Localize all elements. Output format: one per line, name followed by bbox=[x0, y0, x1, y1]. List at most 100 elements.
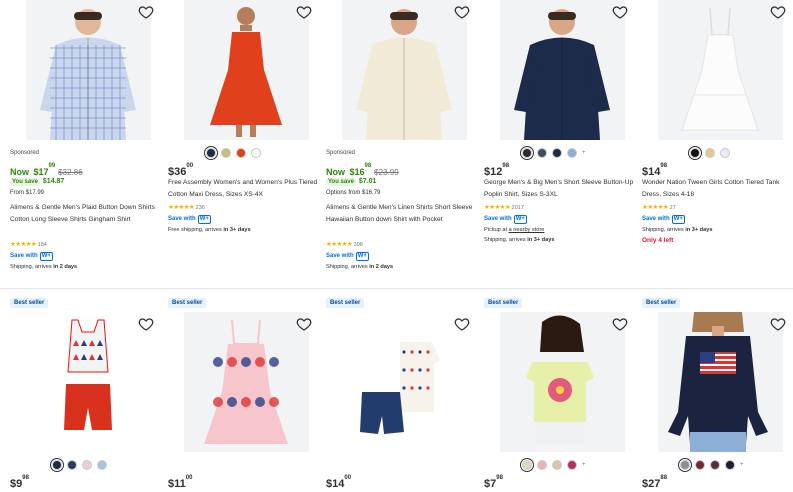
save-with-wplus[interactable]: Save with W+ bbox=[168, 215, 211, 224]
color-swatch[interactable] bbox=[725, 460, 735, 470]
best-seller-badge: Best seller bbox=[642, 298, 681, 308]
save-with-label: Save with bbox=[10, 252, 38, 259]
color-swatches bbox=[52, 460, 107, 470]
rating-count: 184 bbox=[37, 241, 47, 248]
product-card[interactable]: Best seller + $798 bbox=[482, 292, 640, 490]
price-cents: 98 bbox=[660, 163, 668, 169]
price-dollars: $14 bbox=[326, 478, 345, 490]
favorite-heart-icon[interactable] bbox=[296, 4, 312, 20]
product-image[interactable] bbox=[184, 312, 309, 452]
pickup-label: Pickup at bbox=[484, 227, 509, 233]
best-seller-badge: Best seller bbox=[484, 298, 523, 308]
favorite-heart-icon[interactable] bbox=[454, 4, 470, 20]
product-image-art bbox=[681, 7, 759, 131]
product-card[interactable]: Sponsored Now $1698$23.99 You save $7.01 Opt… bbox=[324, 0, 482, 288]
you-save-amount: $14.87 bbox=[42, 178, 65, 185]
best-seller-badge: Best seller bbox=[10, 298, 49, 308]
favorite-heart-icon[interactable] bbox=[138, 316, 154, 332]
favorite-heart-icon[interactable] bbox=[138, 4, 154, 20]
save-with-wplus[interactable]: Save with W+ bbox=[642, 215, 685, 224]
row-divider bbox=[0, 288, 793, 289]
color-swatches bbox=[206, 148, 261, 158]
rating: ★★★★★ 236 bbox=[168, 203, 205, 211]
product-image[interactable] bbox=[184, 0, 309, 140]
save-with-wplus[interactable]: Save with W+ bbox=[326, 251, 369, 261]
color-swatch[interactable] bbox=[552, 148, 562, 158]
color-swatch[interactable] bbox=[567, 148, 577, 158]
product-image-art bbox=[360, 342, 440, 434]
product-image[interactable] bbox=[658, 0, 783, 140]
nearby-store-link[interactable]: a nearby store bbox=[509, 227, 545, 233]
star-rating-icon: ★★★★★ bbox=[10, 240, 37, 248]
product-card[interactable]: Best seller $998 bbox=[8, 292, 166, 490]
color-swatch[interactable] bbox=[720, 148, 730, 158]
color-swatch[interactable] bbox=[82, 460, 92, 470]
save-with-label: Save with bbox=[642, 216, 670, 222]
product-title[interactable]: Alimens & Gentle Men's Linen Shirts Shor… bbox=[326, 202, 476, 225]
favorite-heart-icon[interactable] bbox=[612, 4, 628, 20]
color-swatch[interactable] bbox=[522, 148, 532, 158]
color-swatch[interactable] bbox=[690, 148, 700, 158]
product-image-art bbox=[64, 319, 112, 430]
you-save: You save $14.87 bbox=[10, 178, 65, 186]
color-swatch[interactable] bbox=[236, 148, 246, 158]
product-card[interactable]: Best seller $1400 bbox=[324, 292, 482, 490]
product-card[interactable]: $1498 Wonder Nation Tween Girls Cotton Ti… bbox=[640, 0, 793, 288]
color-swatch[interactable] bbox=[251, 148, 261, 158]
price-cents: 98 bbox=[364, 163, 372, 169]
color-swatch[interactable] bbox=[552, 460, 562, 470]
shipping-info: Shipping, arrives in 2 days bbox=[326, 264, 393, 270]
color-swatch[interactable] bbox=[710, 460, 720, 470]
shipping-eta: in 3+ days bbox=[685, 227, 713, 233]
color-swatch[interactable] bbox=[680, 460, 690, 470]
product-image-art bbox=[668, 312, 768, 452]
product-image[interactable] bbox=[342, 0, 467, 140]
color-swatch[interactable] bbox=[567, 460, 577, 470]
product-image-art bbox=[40, 9, 136, 140]
color-swatch[interactable] bbox=[537, 148, 547, 158]
color-swatch[interactable] bbox=[695, 460, 705, 470]
from-price: Options from $16.79 bbox=[326, 190, 381, 196]
favorite-heart-icon[interactable] bbox=[770, 4, 786, 20]
product-image[interactable] bbox=[342, 312, 467, 452]
save-with-wplus[interactable]: Save with W+ bbox=[10, 251, 53, 261]
favorite-heart-icon[interactable] bbox=[454, 316, 470, 332]
color-swatch[interactable] bbox=[522, 460, 532, 470]
product-image[interactable] bbox=[26, 0, 151, 140]
product-title[interactable]: Free Assembly Women's and Women's Plus T… bbox=[168, 177, 318, 200]
color-swatch[interactable] bbox=[537, 460, 547, 470]
price-dollars: $27 bbox=[642, 478, 661, 490]
product-image-art bbox=[356, 9, 452, 140]
product-image[interactable] bbox=[500, 312, 625, 452]
color-swatch[interactable] bbox=[206, 148, 216, 158]
product-card[interactable]: Sponsored Now $1799$32.86 You save $14.87 Fr… bbox=[8, 0, 166, 288]
product-image[interactable] bbox=[500, 0, 625, 140]
rating: ★★★★★ 184 bbox=[10, 240, 47, 248]
color-swatch[interactable] bbox=[67, 460, 77, 470]
pickup-info: Pickup at a nearby store bbox=[484, 227, 544, 233]
product-title[interactable]: George Men's & Big Men's Short Sleeve Bu… bbox=[484, 177, 634, 200]
favorite-heart-icon[interactable] bbox=[612, 316, 628, 332]
product-card[interactable]: + $1298 George Men's & Big Men's Short Sle… bbox=[482, 0, 640, 288]
product-grid: Sponsored Now $1799$32.86 You save $14.87 Fr… bbox=[0, 0, 793, 490]
price-cents: 98 bbox=[496, 475, 503, 481]
favorite-heart-icon[interactable] bbox=[770, 316, 786, 332]
rating: ★★★★★ 398 bbox=[326, 240, 363, 248]
price-dollars: $16 bbox=[349, 167, 365, 177]
price-dollars: $17 bbox=[33, 167, 49, 177]
product-card[interactable]: $3600 Free Assembly Women's and Women's P… bbox=[166, 0, 324, 288]
product-image[interactable] bbox=[26, 312, 151, 452]
product-title[interactable]: Alimens & Gentle Men's Plaid Button Down… bbox=[10, 202, 160, 225]
shipping-eta: in 3+ days bbox=[223, 227, 251, 233]
product-card[interactable]: Best seller + $2788 bbox=[640, 292, 793, 490]
sponsored-label: Sponsored bbox=[326, 150, 356, 156]
color-swatch[interactable] bbox=[52, 460, 62, 470]
color-swatch[interactable] bbox=[705, 148, 715, 158]
color-swatch[interactable] bbox=[221, 148, 231, 158]
color-swatch[interactable] bbox=[97, 460, 107, 470]
favorite-heart-icon[interactable] bbox=[296, 316, 312, 332]
product-image[interactable] bbox=[658, 312, 783, 452]
save-with-wplus[interactable]: Save with W+ bbox=[484, 215, 527, 224]
product-card[interactable]: Best seller $1100 bbox=[166, 292, 324, 490]
product-title[interactable]: Wonder Nation Tween Girls Cotton Tiered … bbox=[642, 177, 792, 200]
